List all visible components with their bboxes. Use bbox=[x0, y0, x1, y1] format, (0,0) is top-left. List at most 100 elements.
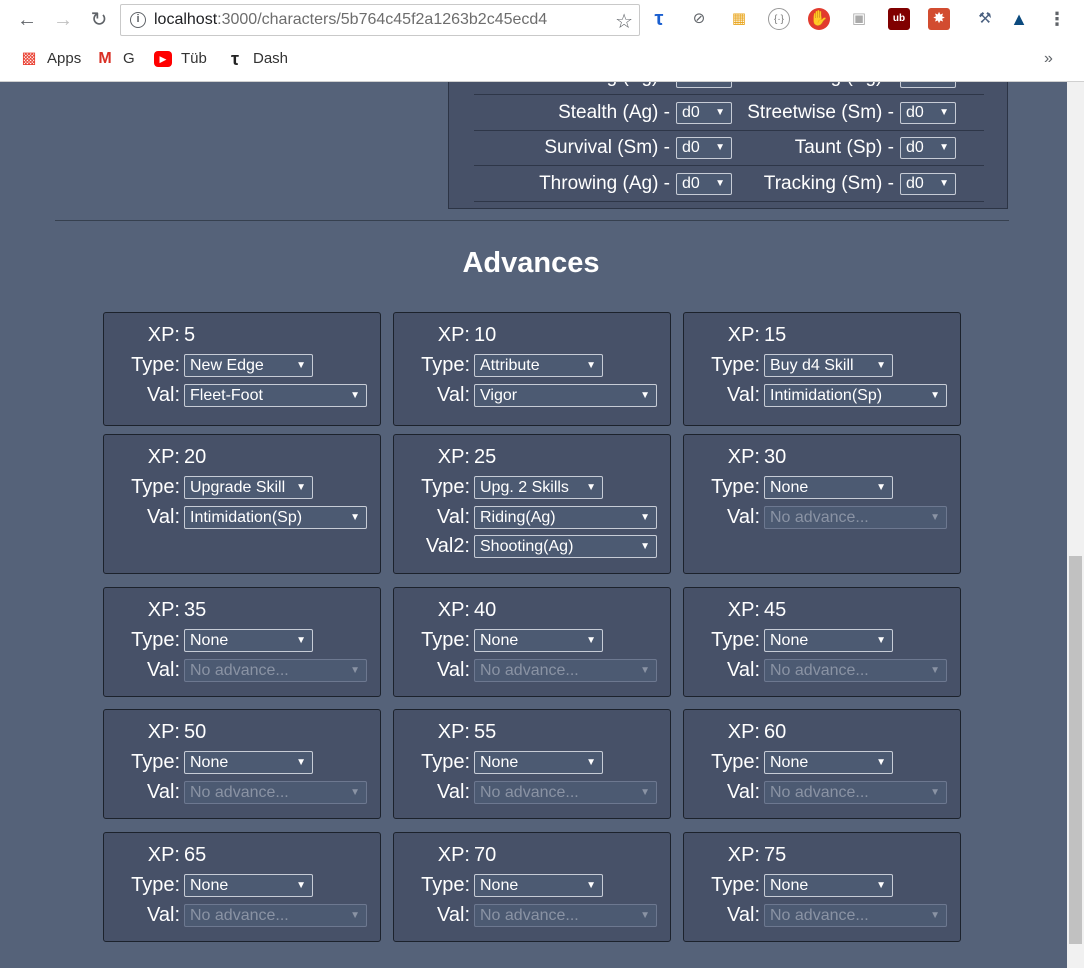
caret-down-icon: ▼ bbox=[930, 910, 940, 921]
advance-type-select-value: Buy d4 Skill bbox=[770, 357, 854, 374]
back-arrow-icon[interactable]: ← bbox=[14, 7, 40, 33]
skill-left: Riding (Ag) - d4 ▼ bbox=[474, 82, 732, 90]
caret-down-icon: ▼ bbox=[640, 910, 650, 921]
advance-type-select[interactable]: None ▼ bbox=[184, 874, 313, 897]
advance-row: Val: Intimidation(Sp) ▼ bbox=[104, 505, 380, 531]
advance-type-select[interactable]: Upgrade Skill ▼ bbox=[184, 476, 313, 499]
advance-row: XP: 25 bbox=[394, 445, 670, 471]
advance-type-select-value: None bbox=[190, 754, 229, 771]
puzzle-extension-icon[interactable]: ✸ bbox=[928, 8, 950, 30]
skill-die-select[interactable]: d0 ▼ bbox=[676, 137, 732, 159]
advance-type-select[interactable]: None ▼ bbox=[764, 874, 893, 897]
advance-value-select: No advance... ▼ bbox=[474, 904, 657, 927]
advance-type-select[interactable]: None ▼ bbox=[474, 751, 603, 774]
advance-row: Type: Upgrade Skill ▼ bbox=[104, 475, 380, 501]
character-page: Riding (Ag) -d4▼Shooting (Ag) -d4▼Stealt… bbox=[0, 82, 1067, 968]
ublock-icon[interactable]: ub bbox=[888, 8, 910, 30]
advance-type-select[interactable]: Buy d4 Skill ▼ bbox=[764, 354, 893, 377]
advance-card: XP: 10 Type: Attribute ▼ Val: Vigor ▼ bbox=[393, 312, 671, 426]
stop-extension-icon[interactable]: ✋ bbox=[808, 8, 830, 30]
skill-label: Stealth (Ag) - bbox=[558, 102, 670, 123]
advance-row: XP: 65 bbox=[104, 843, 380, 869]
bookmark-gmail[interactable]: M G bbox=[96, 49, 134, 67]
scrollbar-thumb[interactable] bbox=[1069, 556, 1082, 944]
advance-type-label: Type: bbox=[711, 354, 760, 376]
skill-die-select[interactable]: d4 ▼ bbox=[900, 82, 956, 88]
skill-die-select[interactable]: d0 ▼ bbox=[676, 173, 732, 195]
advance-value-select: No advance... ▼ bbox=[474, 659, 657, 682]
advance-type-select[interactable]: None ▼ bbox=[184, 629, 313, 652]
advance-value-select: No advance... ▼ bbox=[184, 659, 367, 682]
caret-down-icon: ▼ bbox=[930, 390, 940, 401]
advance-type-select[interactable]: Upg. 2 Skills ▼ bbox=[474, 476, 603, 499]
gmail-icon: M bbox=[98, 49, 112, 67]
advance-value2-select[interactable]: Shooting(Ag) ▼ bbox=[474, 535, 657, 558]
dash-extension-icon[interactable]: τ bbox=[648, 8, 670, 30]
advance-type-select[interactable]: Attribute ▼ bbox=[474, 354, 603, 377]
caret-down-icon: ▼ bbox=[350, 390, 360, 401]
address-bar[interactable]: i localhost:3000/characters/5b764c45f2a1… bbox=[120, 4, 640, 36]
advance-val-label: Val: bbox=[437, 506, 470, 528]
advance-row: Val2: Shooting(Ag) ▼ bbox=[394, 534, 670, 560]
skill-die-select[interactable]: d0 ▼ bbox=[676, 102, 732, 124]
advance-row: Type: None ▼ bbox=[394, 873, 670, 899]
advance-type-select[interactable]: None ▼ bbox=[474, 874, 603, 897]
bookmark-youtube[interactable]: ▶ Tüb bbox=[154, 50, 207, 67]
advance-type-select[interactable]: None ▼ bbox=[764, 751, 893, 774]
menu-kebab-icon[interactable]: ⋮ bbox=[1046, 8, 1068, 30]
color-extension-icon[interactable]: ▦ bbox=[728, 8, 750, 30]
reload-icon[interactable]: ↻ bbox=[86, 7, 112, 33]
caret-down-icon: ▼ bbox=[876, 360, 886, 371]
json-extension-icon[interactable]: {·} bbox=[768, 8, 790, 30]
skill-label: Riding (Ag) - bbox=[563, 82, 670, 88]
advance-type-select[interactable]: None ▼ bbox=[474, 629, 603, 652]
advance-row: Val: No advance... ▼ bbox=[394, 780, 670, 806]
advance-value-select[interactable]: Fleet-Foot ▼ bbox=[184, 384, 367, 407]
advance-type-select[interactable]: None ▼ bbox=[764, 476, 893, 499]
forward-arrow-icon[interactable]: → bbox=[50, 7, 76, 33]
advance-value-select[interactable]: Riding(Ag) ▼ bbox=[474, 506, 657, 529]
caret-down-icon: ▼ bbox=[640, 541, 650, 552]
url-text[interactable]: localhost:3000/characters/5b764c45f2a126… bbox=[154, 11, 547, 29]
advance-value-select[interactable]: Intimidation(Sp) ▼ bbox=[184, 506, 367, 529]
skill-die-select[interactable]: d4 ▼ bbox=[676, 82, 732, 88]
bookmark-star-icon[interactable]: ☆ bbox=[615, 9, 633, 34]
advance-row: Type: None ▼ bbox=[684, 750, 960, 776]
advance-value-select[interactable]: Vigor ▼ bbox=[474, 384, 657, 407]
page-scrollbar[interactable] bbox=[1067, 82, 1084, 968]
tools-extension-icon[interactable]: ⚒ bbox=[974, 8, 996, 30]
skill-die-select[interactable]: d0 ▼ bbox=[900, 137, 956, 159]
youtube-icon: ▶ bbox=[154, 50, 172, 67]
bookmark-apps[interactable]: ▩ Apps bbox=[20, 50, 81, 67]
advance-xp-label: XP: bbox=[437, 844, 470, 866]
advance-type-label: Type: bbox=[421, 354, 470, 376]
advance-card: XP: 5 Type: New Edge ▼ Val: Fleet-Foot ▼ bbox=[103, 312, 381, 426]
caret-down-icon: ▼ bbox=[586, 482, 596, 493]
advance-row: Val: Intimidation(Sp) ▼ bbox=[684, 383, 960, 409]
camera-extension-icon[interactable]: ▣ bbox=[848, 8, 870, 30]
bookmark-dash[interactable]: τ Dash bbox=[226, 50, 288, 68]
skill-die-select[interactable]: d0 ▼ bbox=[900, 173, 956, 195]
advance-value-select: No advance... ▼ bbox=[184, 781, 367, 804]
advance-val-label: Val: bbox=[437, 659, 470, 681]
advance-type-select[interactable]: None ▼ bbox=[764, 629, 893, 652]
advance-type-label: Type: bbox=[131, 751, 180, 773]
advance-type-label: Type: bbox=[711, 874, 760, 896]
advance-type-select-value: None bbox=[480, 877, 519, 894]
advance-xp-label: XP: bbox=[727, 599, 760, 621]
advance-row: XP: 5 bbox=[104, 323, 380, 349]
skill-die-select[interactable]: d0 ▼ bbox=[900, 102, 956, 124]
block-extension-icon[interactable]: ⊘ bbox=[688, 8, 710, 30]
advance-xp-value: 5 bbox=[184, 324, 196, 346]
advance-type-select[interactable]: New Edge ▼ bbox=[184, 354, 313, 377]
caret-down-icon: ▼ bbox=[876, 757, 886, 768]
bookmarks-overflow-button[interactable]: » bbox=[1044, 50, 1053, 68]
advance-row: Val: No advance... ▼ bbox=[394, 658, 670, 684]
advance-card: XP: 40 Type: None ▼ Val: No advance... ▼ bbox=[393, 587, 671, 697]
bookmark-label: Apps bbox=[47, 50, 82, 67]
advance-xp-value: 60 bbox=[764, 721, 787, 743]
axe-extension-icon[interactable]: ▲ bbox=[1008, 8, 1030, 30]
advance-type-select[interactable]: None ▼ bbox=[184, 751, 313, 774]
advance-value-select[interactable]: Intimidation(Sp) ▼ bbox=[764, 384, 947, 407]
info-icon[interactable]: i bbox=[130, 12, 146, 28]
